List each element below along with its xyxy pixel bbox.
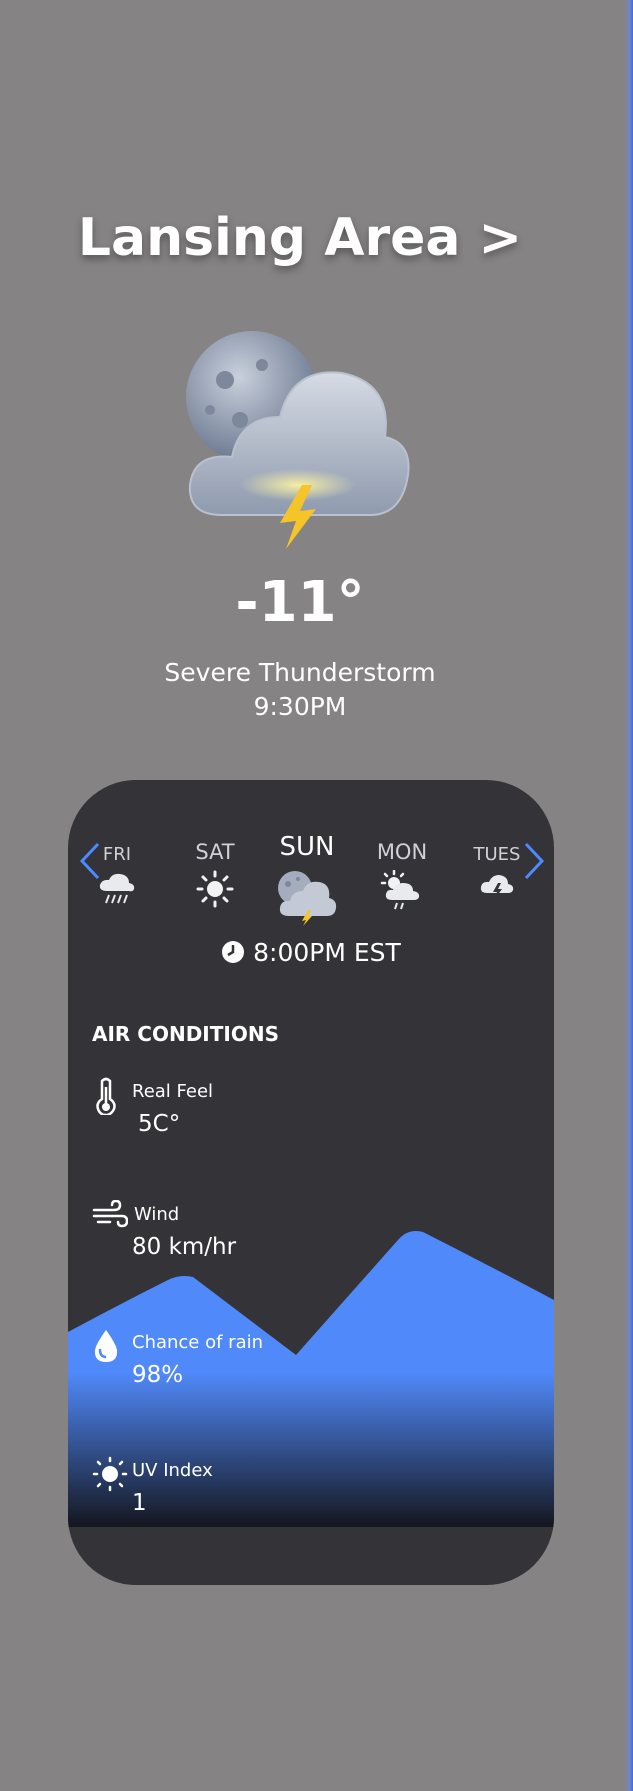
sun-icon	[92, 1456, 128, 1492]
forecast-card: FRI SAT SUN MON TUES 8:00PM EST AIR COND…	[68, 780, 554, 1585]
forecast-day-mon[interactable]: MON	[357, 840, 447, 910]
sun-cloud-rain-icon	[380, 870, 420, 910]
condition-time: 9:30PM	[253, 692, 347, 721]
day-label: MON	[376, 840, 428, 864]
sun-icon	[196, 870, 234, 908]
raindrop-icon	[94, 1330, 118, 1362]
clock-icon	[222, 941, 245, 963]
metric-name: Chance of rain	[132, 1332, 264, 1353]
metric-value: 1	[132, 1490, 147, 1516]
metric-value: 5C°	[138, 1111, 181, 1137]
day-label: SAT	[195, 840, 235, 864]
forecast-day-tues[interactable]: TUES	[452, 844, 542, 905]
air-conditions-title: AIR CONDITIONS	[92, 1022, 279, 1046]
forecast-time: 8:00PM EST	[68, 938, 554, 967]
cloud-lightning-icon	[480, 875, 514, 900]
wind-icon	[92, 1200, 128, 1228]
metric-name: Real Feel	[132, 1081, 214, 1102]
forecast-day-sat[interactable]: SAT	[170, 840, 260, 908]
metric-name: UV Index	[132, 1460, 213, 1481]
metric-name: Wind	[134, 1204, 180, 1225]
day-label: SUN	[279, 832, 335, 862]
day-label: FRI	[102, 844, 132, 865]
location-title[interactable]: Lansing Area >	[0, 208, 600, 268]
cloud-rain-icon	[99, 873, 135, 904]
metric-value: 98%	[132, 1362, 184, 1388]
current-temperature: -11°	[235, 570, 365, 635]
current-condition-block: Severe Thunderstorm 9:30PM	[0, 656, 600, 724]
thermometer-icon	[96, 1077, 116, 1115]
forecast-day-sun[interactable]: SUN	[262, 832, 352, 926]
moon-cloud-lightning-icon	[180, 325, 420, 550]
moon-cloud-lightning-icon	[278, 871, 337, 926]
condition-text: Severe Thunderstorm	[164, 658, 436, 687]
forecast-day-fri[interactable]: FRI	[72, 844, 162, 905]
window-edge	[625, 0, 633, 1791]
metric-value: 80 km/hr	[132, 1234, 237, 1260]
day-label: TUES	[473, 844, 521, 865]
forecast-time-text: 8:00PM EST	[253, 938, 401, 967]
